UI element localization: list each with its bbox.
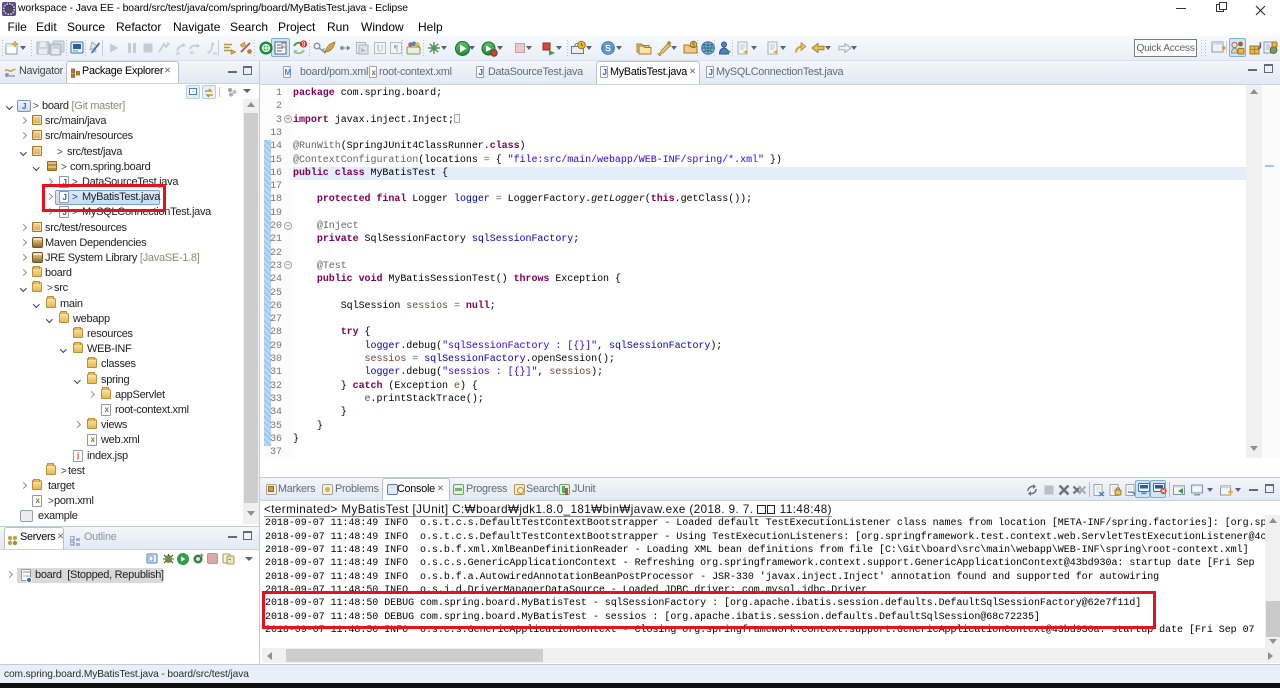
svg-text:S: S	[605, 43, 611, 53]
svg-text:9: 9	[302, 42, 306, 49]
svg-text:¶: ¶	[394, 44, 398, 54]
svg-text:U: U	[376, 44, 383, 54]
svg-text:J: J	[1258, 41, 1263, 51]
